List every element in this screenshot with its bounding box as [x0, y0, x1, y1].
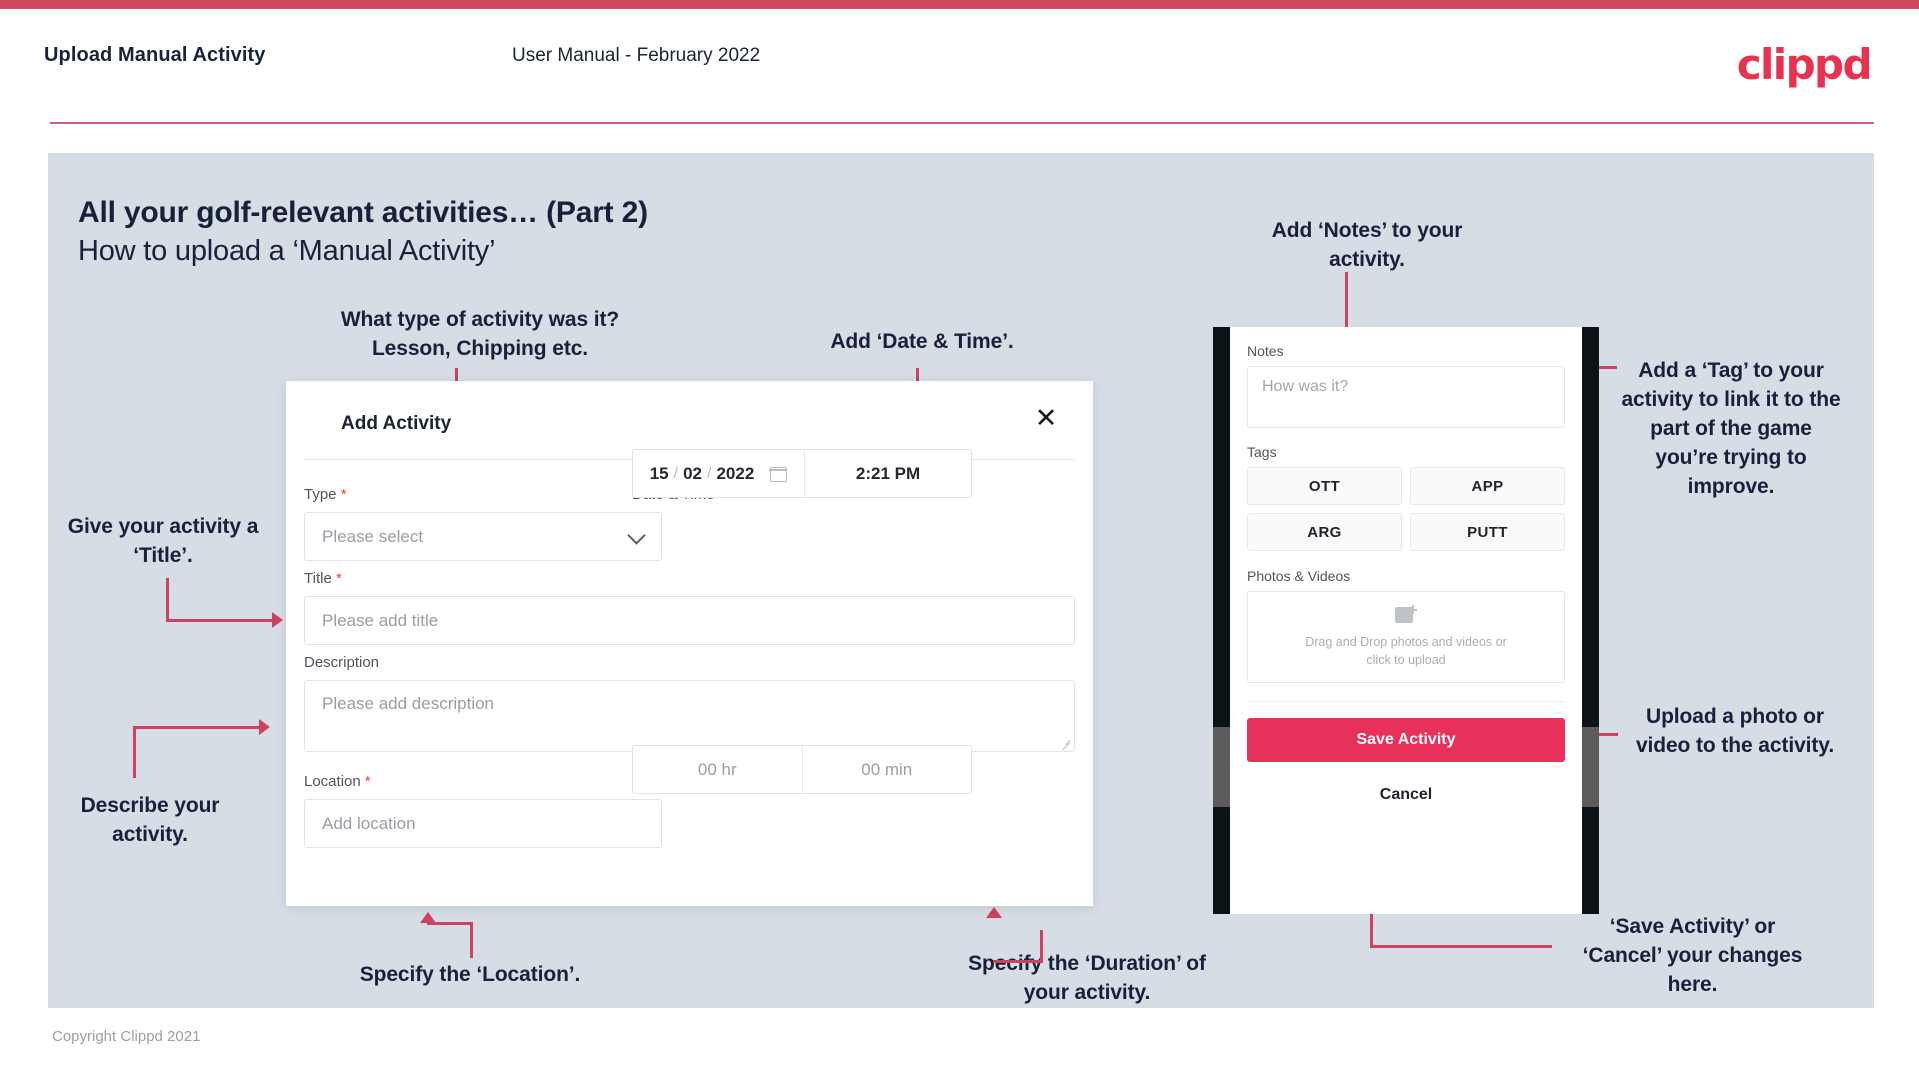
time-value: 2:21 PM: [855, 463, 921, 483]
tag-putt[interactable]: PUTT: [1410, 513, 1565, 551]
connector-location-arrow: [420, 912, 436, 923]
phone-divider: [1247, 701, 1565, 702]
title-required-marker: *: [335, 570, 342, 587]
duration-minutes-input[interactable]: 00 min: [801, 746, 972, 793]
add-image-icon: [1395, 605, 1417, 624]
connector-desc-horizontal: [133, 726, 261, 729]
type-label-text: Type: [304, 486, 337, 503]
title-label-text: Title: [304, 570, 332, 587]
type-select-placeholder: Please select: [322, 526, 424, 546]
description-textarea[interactable]: Please add description: [304, 680, 1075, 752]
annotation-location: Specify the ‘Location’.: [359, 963, 581, 986]
top-accent-bar: [0, 0, 1919, 9]
slide-page: Upload Manual Activity User Manual - Feb…: [0, 0, 1919, 1079]
connector-title-vertical: [166, 578, 169, 622]
slide-title-light: How to upload a ‘Manual Activity’: [78, 235, 496, 267]
phone-frame-left-accent: [1213, 727, 1230, 807]
connector-title-horizontal: [166, 619, 274, 622]
type-label: Type *: [304, 486, 347, 503]
duration-hours-placeholder: 00 hr: [697, 759, 737, 779]
phone-mockup: Notes How was it? Tags OTT APP ARG PUTT …: [1213, 327, 1599, 914]
close-icon[interactable]: ✕: [1029, 403, 1063, 437]
date-time-control[interactable]: 15 / 02 / 2022 2:21 PM: [632, 449, 972, 498]
header-center-title: User Manual - February 2022: [512, 45, 761, 66]
connector-save-horizontal: [1370, 945, 1552, 948]
annotation-duration: Specify the ‘Duration’ of your activity.: [968, 952, 1206, 1004]
annotation-type: What type of activity was it? Lesson, Ch…: [340, 308, 620, 360]
location-required-marker: *: [364, 773, 371, 790]
slide-title-bold: All your golf-relevant activities… (Part…: [78, 196, 648, 229]
dropzone-line-2: click to upload: [1366, 653, 1446, 667]
calendar-icon[interactable]: [769, 465, 788, 482]
resize-grip-icon[interactable]: [1060, 738, 1071, 749]
dropzone-line-1: Drag and Drop photos and videos or: [1305, 635, 1507, 649]
connector-location-vertical: [470, 922, 473, 958]
annotation-date-time: Add ‘Date & Time’.: [830, 330, 1014, 353]
phone-frame-right-accent: [1582, 727, 1599, 807]
tag-arg[interactable]: ARG: [1247, 513, 1402, 551]
description-label-text: Description: [304, 654, 380, 671]
date-field[interactable]: 15 / 02 / 2022: [633, 450, 805, 497]
duration-minutes-placeholder: 00 min: [861, 759, 913, 779]
footer-copyright: Copyright Clippd 2021: [52, 1028, 201, 1045]
connector-title-arrow: [272, 612, 283, 628]
location-label-text: Location: [304, 773, 361, 790]
description-placeholder: Please add description: [322, 694, 495, 713]
connector-duration-arrow: [986, 907, 1002, 918]
chevron-down-icon: [627, 525, 646, 545]
tags-label: Tags: [1247, 444, 1277, 460]
cancel-button[interactable]: Cancel: [1247, 786, 1565, 804]
connector-duration-vertical: [1040, 930, 1043, 962]
date-day: 15: [649, 463, 669, 483]
description-label: Description: [304, 654, 379, 671]
photos-videos-label: Photos & Videos: [1247, 568, 1351, 584]
notes-placeholder: How was it?: [1262, 378, 1349, 395]
connector-duration-horizontal: [993, 960, 1043, 963]
time-field[interactable]: 2:21 PM: [805, 450, 971, 497]
annotation-title: Give your activity a ‘Title’.: [67, 515, 259, 567]
header-left-title: Upload Manual Activity: [44, 44, 266, 66]
title-label: Title *: [304, 570, 342, 587]
connector-desc-arrow: [259, 719, 270, 735]
notes-label: Notes: [1247, 343, 1284, 359]
clippd-logo: clippd: [1736, 40, 1873, 89]
duration-control[interactable]: 00 hr 00 min: [632, 745, 972, 794]
type-select[interactable]: Please select: [304, 512, 662, 561]
location-input[interactable]: Add location: [304, 799, 662, 848]
date-year: 2022: [716, 463, 755, 483]
type-required-marker: *: [340, 486, 347, 503]
annotation-save-cancel: ‘Save Activity’ or ‘Cancel’ your changes…: [1582, 915, 1803, 996]
phone-frame-right: [1582, 327, 1599, 914]
location-label: Location *: [304, 773, 371, 790]
annotation-photos: Upload a photo or video to the activity.: [1635, 705, 1835, 757]
dialog-title: Add Activity: [341, 413, 452, 434]
title-input-placeholder: Please add title: [322, 610, 439, 630]
date-separator-2: /: [707, 464, 712, 482]
annotation-notes: Add ‘Notes’ to your activity.: [1271, 219, 1463, 271]
header-divider: [50, 122, 1874, 124]
date-month: 02: [683, 463, 702, 483]
annotation-description: Describe your activity.: [80, 794, 220, 846]
tag-app[interactable]: APP: [1410, 467, 1565, 505]
title-input[interactable]: Please add title: [304, 596, 1075, 645]
save-activity-button[interactable]: Save Activity: [1247, 718, 1565, 762]
photo-dropzone[interactable]: Drag and Drop photos and videos or click…: [1247, 591, 1565, 683]
tag-ott[interactable]: OTT: [1247, 467, 1402, 505]
phone-screen: Notes How was it? Tags OTT APP ARG PUTT …: [1230, 327, 1582, 914]
date-separator-1: /: [673, 464, 679, 482]
location-input-placeholder: Add location: [322, 813, 416, 833]
tags-grid: OTT APP ARG PUTT: [1247, 467, 1565, 551]
connector-desc-vertical: [133, 726, 136, 778]
phone-frame-left: [1213, 327, 1230, 914]
duration-hours-input[interactable]: 00 hr: [633, 746, 802, 793]
notes-textarea[interactable]: How was it?: [1247, 366, 1565, 428]
annotation-tags: Add a ‘Tag’ to your activity to link it …: [1621, 359, 1841, 498]
